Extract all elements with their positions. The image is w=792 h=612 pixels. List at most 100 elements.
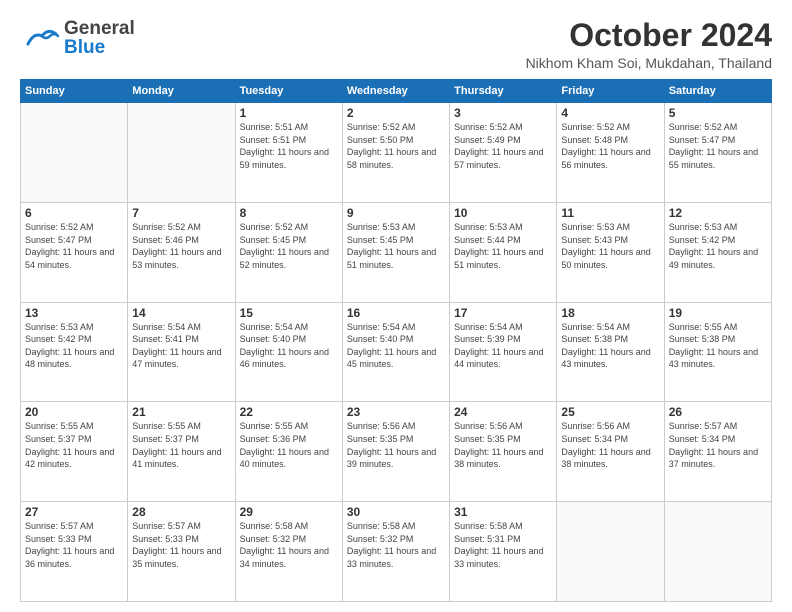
day-cell: 11Sunrise: 5:53 AMSunset: 5:43 PMDayligh… — [557, 202, 664, 302]
weekday-header-tuesday: Tuesday — [235, 80, 342, 103]
day-cell: 19Sunrise: 5:55 AMSunset: 5:38 PMDayligh… — [664, 302, 771, 402]
day-number: 9 — [347, 206, 445, 220]
day-cell: 4Sunrise: 5:52 AMSunset: 5:48 PMDaylight… — [557, 103, 664, 203]
day-cell: 12Sunrise: 5:53 AMSunset: 5:42 PMDayligh… — [664, 202, 771, 302]
weekday-header-thursday: Thursday — [450, 80, 557, 103]
day-info: Sunrise: 5:57 AMSunset: 5:33 PMDaylight:… — [25, 520, 123, 570]
calendar-table: SundayMondayTuesdayWednesdayThursdayFrid… — [20, 79, 772, 602]
page: General Blue October 2024 Nikhom Kham So… — [0, 0, 792, 612]
day-cell — [664, 502, 771, 602]
day-number: 4 — [561, 106, 659, 120]
day-info: Sunrise: 5:52 AMSunset: 5:48 PMDaylight:… — [561, 121, 659, 171]
week-row-4: 20 Sunrise: 5:55 AMSunset: 5:37 PMDayligh… — [21, 402, 772, 502]
day-info: Sunrise: 5:52 AMSunset: 5:50 PMDaylight:… — [347, 121, 445, 171]
weekday-header-sunday: Sunday — [21, 80, 128, 103]
day-number: 19 — [669, 306, 767, 320]
day-cell: 31Sunrise: 5:58 AMSunset: 5:31 PMDayligh… — [450, 502, 557, 602]
day-info: Sunrise: 5:54 AMSunset: 5:41 PMDaylight:… — [132, 321, 230, 371]
day-info: Sunrise: 5:52 AMSunset: 5:45 PMDaylight:… — [240, 221, 338, 271]
day-cell: 10Sunrise: 5:53 AMSunset: 5:44 PMDayligh… — [450, 202, 557, 302]
day-cell: 9Sunrise: 5:53 AMSunset: 5:45 PMDaylight… — [342, 202, 449, 302]
day-info: Sunrise: 5:58 AMSunset: 5:32 PMDaylight:… — [347, 520, 445, 570]
day-info: Sunrise: 5:54 AMSunset: 5:39 PMDaylight:… — [454, 321, 552, 371]
day-info: Sunrise: 5:53 AMSunset: 5:44 PMDaylight:… — [454, 221, 552, 271]
day-cell: 13Sunrise: 5:53 AMSunset: 5:42 PMDayligh… — [21, 302, 128, 402]
day-number: 7 — [132, 206, 230, 220]
day-info: Sunrise: 5:54 AMSunset: 5:38 PMDaylight:… — [561, 321, 659, 371]
day-number: 18 — [561, 306, 659, 320]
day-info: Sunrise: 5:56 AMSunset: 5:35 PMDaylight:… — [347, 420, 445, 470]
day-cell: 27Sunrise: 5:57 AMSunset: 5:33 PMDayligh… — [21, 502, 128, 602]
day-cell — [128, 103, 235, 203]
day-cell: 17Sunrise: 5:54 AMSunset: 5:39 PMDayligh… — [450, 302, 557, 402]
day-cell: 29Sunrise: 5:58 AMSunset: 5:32 PMDayligh… — [235, 502, 342, 602]
day-number: 16 — [347, 306, 445, 320]
day-cell: 3Sunrise: 5:52 AMSunset: 5:49 PMDaylight… — [450, 103, 557, 203]
weekday-header-monday: Monday — [128, 80, 235, 103]
day-cell: 30Sunrise: 5:58 AMSunset: 5:32 PMDayligh… — [342, 502, 449, 602]
week-row-2: 6Sunrise: 5:52 AMSunset: 5:47 PMDaylight… — [21, 202, 772, 302]
day-cell: 23Sunrise: 5:56 AMSunset: 5:35 PMDayligh… — [342, 402, 449, 502]
header: General Blue October 2024 Nikhom Kham So… — [20, 18, 772, 71]
day-number: 10 — [454, 206, 552, 220]
day-number: 31 — [454, 505, 552, 519]
month-title: October 2024 — [526, 18, 772, 53]
day-info: Sunrise: 5:58 AMSunset: 5:32 PMDaylight:… — [240, 520, 338, 570]
day-number: 15 — [240, 306, 338, 320]
logo: General Blue — [20, 18, 135, 60]
day-cell: 20Sunrise: 5:55 AMSunset: 5:37 PMDayligh… — [21, 402, 128, 502]
day-number: 1 — [240, 106, 338, 120]
day-number: 17 — [454, 306, 552, 320]
day-number: 20 — [25, 405, 123, 419]
day-cell — [557, 502, 664, 602]
day-cell: 24Sunrise: 5:56 AMSunset: 5:35 PMDayligh… — [450, 402, 557, 502]
week-row-1: 1Sunrise: 5:51 AMSunset: 5:51 PMDaylight… — [21, 103, 772, 203]
day-info: Sunrise: 5:57 AMSunset: 5:33 PMDaylight:… — [132, 520, 230, 570]
day-cell: 28Sunrise: 5:57 AMSunset: 5:33 PMDayligh… — [128, 502, 235, 602]
day-number: 8 — [240, 206, 338, 220]
day-number: 26 — [669, 405, 767, 419]
weekday-header-friday: Friday — [557, 80, 664, 103]
week-row-3: 13Sunrise: 5:53 AMSunset: 5:42 PMDayligh… — [21, 302, 772, 402]
day-cell: 5Sunrise: 5:52 AMSunset: 5:47 PMDaylight… — [664, 103, 771, 203]
day-info: Sunrise: 5:52 AMSunset: 5:46 PMDaylight:… — [132, 221, 230, 271]
day-info: Sunrise: 5:58 AMSunset: 5:31 PMDaylight:… — [454, 520, 552, 570]
location-title: Nikhom Kham Soi, Mukdahan, Thailand — [526, 55, 772, 71]
day-info: Sunrise: 5:52 AMSunset: 5:47 PMDaylight:… — [25, 221, 123, 271]
day-info: Sunrise: 5:53 AMSunset: 5:45 PMDaylight:… — [347, 221, 445, 271]
day-cell: 8Sunrise: 5:52 AMSunset: 5:45 PMDaylight… — [235, 202, 342, 302]
day-info: Sunrise: 5:53 AMSunset: 5:42 PMDaylight:… — [669, 221, 767, 271]
weekday-header-row: SundayMondayTuesdayWednesdayThursdayFrid… — [21, 80, 772, 103]
day-info: Sunrise: 5:55 AMSunset: 5:37 PMDaylight:… — [132, 420, 230, 470]
weekday-header-saturday: Saturday — [664, 80, 771, 103]
day-number: 2 — [347, 106, 445, 120]
day-cell: 26Sunrise: 5:57 AMSunset: 5:34 PMDayligh… — [664, 402, 771, 502]
day-info: Sunrise: 5:54 AMSunset: 5:40 PMDaylight:… — [240, 321, 338, 371]
day-cell: 14Sunrise: 5:54 AMSunset: 5:41 PMDayligh… — [128, 302, 235, 402]
day-number: 23 — [347, 405, 445, 419]
day-number: 24 — [454, 405, 552, 419]
day-number: 12 — [669, 206, 767, 220]
day-number: 29 — [240, 505, 338, 519]
day-cell: 6Sunrise: 5:52 AMSunset: 5:47 PMDaylight… — [21, 202, 128, 302]
day-cell: 25Sunrise: 5:56 AMSunset: 5:34 PMDayligh… — [557, 402, 664, 502]
title-block: October 2024 Nikhom Kham Soi, Mukdahan, … — [526, 18, 772, 71]
day-info: Sunrise: 5:54 AMSunset: 5:40 PMDaylight:… — [347, 321, 445, 371]
day-number: 6 — [25, 206, 123, 220]
day-number: 3 — [454, 106, 552, 120]
day-cell: 16Sunrise: 5:54 AMSunset: 5:40 PMDayligh… — [342, 302, 449, 402]
weekday-header-wednesday: Wednesday — [342, 80, 449, 103]
day-number: 11 — [561, 206, 659, 220]
day-cell: 18Sunrise: 5:54 AMSunset: 5:38 PMDayligh… — [557, 302, 664, 402]
logo-blue: Blue — [64, 38, 135, 59]
day-cell: 15Sunrise: 5:54 AMSunset: 5:40 PMDayligh… — [235, 302, 342, 402]
day-info: Sunrise: 5:56 AMSunset: 5:35 PMDaylight:… — [454, 420, 552, 470]
day-number: 25 — [561, 405, 659, 419]
day-number: 30 — [347, 505, 445, 519]
day-info: Sunrise: 5:51 AMSunset: 5:51 PMDaylight:… — [240, 121, 338, 171]
day-number: 27 — [25, 505, 123, 519]
day-info: Sunrise: 5:55 AMSunset: 5:38 PMDaylight:… — [669, 321, 767, 371]
day-info: Sunrise: 5:55 AMSunset: 5:36 PMDaylight:… — [240, 420, 338, 470]
day-info: Sunrise: 5:56 AMSunset: 5:34 PMDaylight:… — [561, 420, 659, 470]
day-cell — [21, 103, 128, 203]
